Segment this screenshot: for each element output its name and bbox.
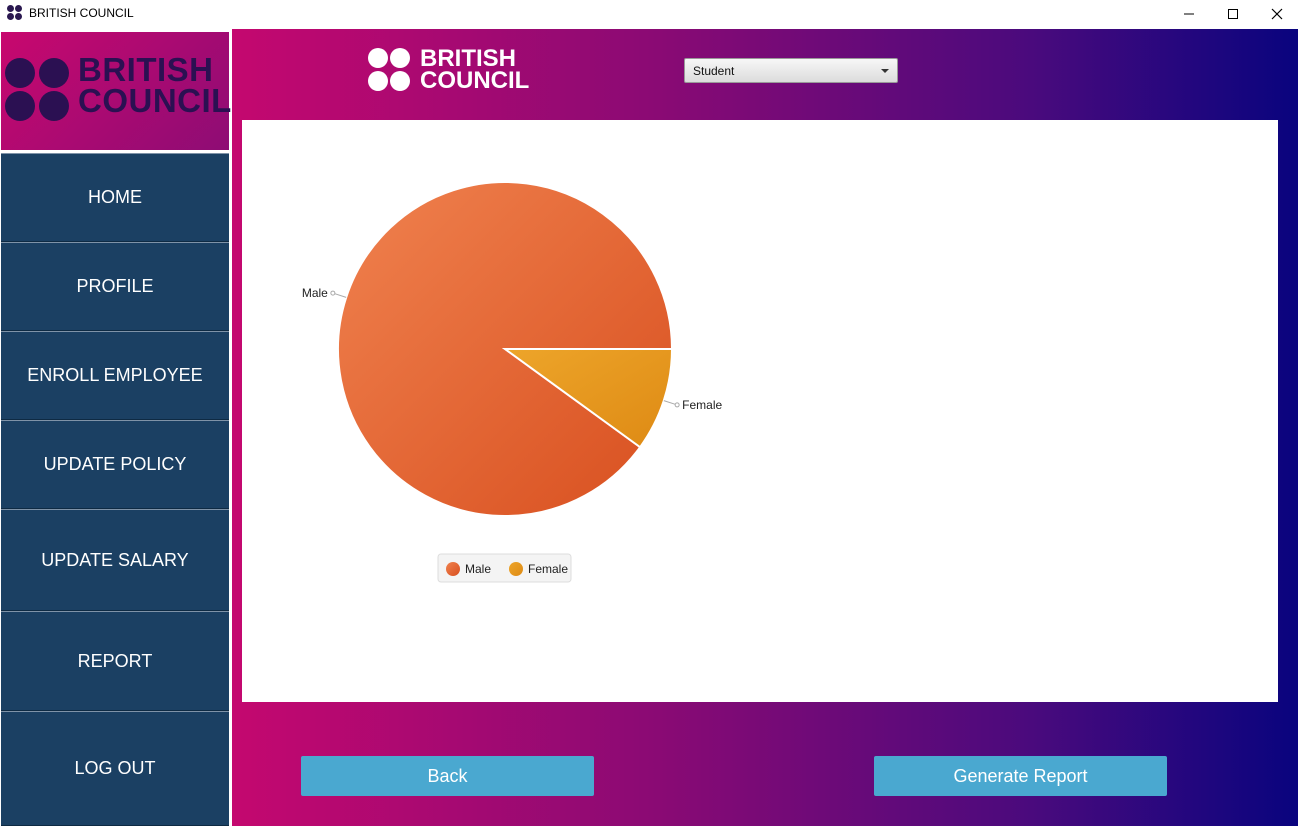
maximize-button[interactable] — [1210, 0, 1256, 28]
chevron-down-icon — [881, 69, 889, 73]
close-icon — [1271, 8, 1283, 20]
pie-chart: Male Female Male Female — [302, 181, 722, 583]
close-button[interactable] — [1254, 0, 1298, 28]
pie-label-female: Female — [682, 398, 722, 412]
chart-panel: Male Female Male Female — [242, 120, 1278, 702]
maximize-icon — [1228, 9, 1238, 19]
sidebar-item-home[interactable]: HOME — [1, 153, 229, 242]
chart-legend: Male Female — [437, 553, 572, 583]
legend-swatch-male — [446, 562, 460, 576]
app-icon — [7, 5, 23, 21]
leader-dot-female — [674, 402, 680, 408]
sidebar-logo-text: BRITISH COUNCIL — [78, 51, 232, 119]
select-value: Student — [693, 64, 735, 78]
main-panel: BRITISH COUNCIL Student Male Female Male… — [232, 29, 1298, 826]
legend-label-female: Female — [528, 562, 568, 576]
sidebar-item-enroll-employee[interactable]: ENROLL EMPLOYEE — [1, 331, 229, 420]
legend-swatch-female — [509, 562, 523, 576]
sidebar: BRITISH COUNCIL HOME PROFILE ENROLL EMPL… — [0, 29, 232, 826]
minimize-icon — [1184, 13, 1194, 15]
legend-label-male: Male — [465, 562, 491, 576]
minimize-button[interactable] — [1166, 0, 1212, 28]
pie-label-male: Male — [302, 286, 328, 300]
header-logo: BRITISH COUNCIL — [368, 47, 538, 95]
sidebar-item-report[interactable]: REPORT — [1, 611, 229, 711]
sidebar-item-profile[interactable]: PROFILE — [1, 242, 229, 331]
title-bar: BRITISH COUNCIL — [0, 0, 1298, 28]
sidebar-logo: BRITISH COUNCIL — [1, 32, 232, 150]
sidebar-item-log-out[interactable]: LOG OUT — [1, 711, 229, 826]
leader-dot-male — [330, 290, 336, 296]
window-title: BRITISH COUNCIL — [29, 6, 134, 20]
logo-dots-icon — [368, 48, 412, 92]
back-button[interactable]: Back — [301, 756, 594, 796]
report-type-select[interactable]: Student — [684, 58, 898, 83]
logo-dots-icon — [5, 58, 69, 122]
generate-report-button[interactable]: Generate Report — [874, 756, 1167, 796]
header-logo-text: BRITISH COUNCIL — [420, 45, 530, 94]
sidebar-item-update-policy[interactable]: UPDATE POLICY — [1, 420, 229, 509]
sidebar-item-update-salary[interactable]: UPDATE SALARY — [1, 509, 229, 611]
